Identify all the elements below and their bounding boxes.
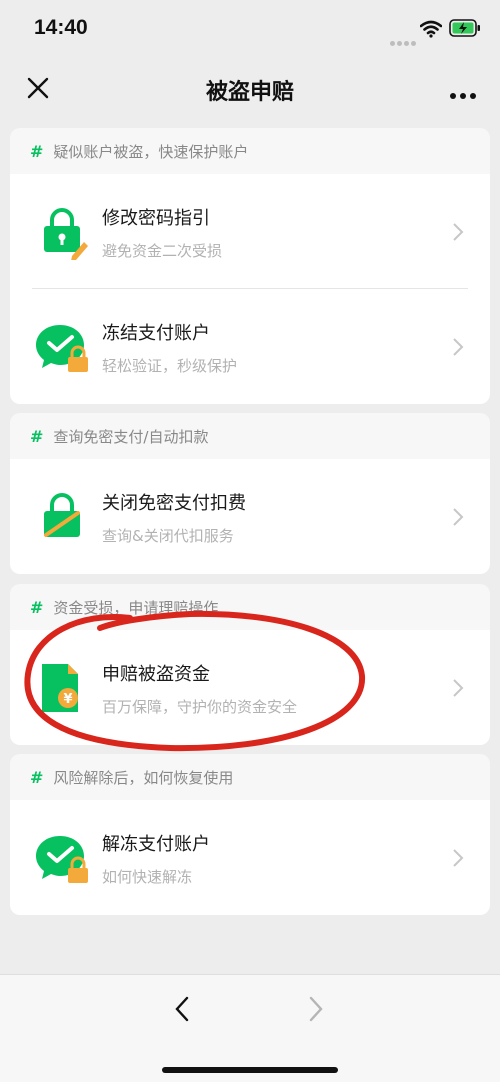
section-header-label: 风险解除后，如何恢复使用 <box>53 768 234 787</box>
list-item-freeze-account[interactable]: 冻结支付账户 轻松验证，秒级保护 <box>10 289 490 404</box>
bottom-toolbar <box>0 974 500 1082</box>
chevron-right-icon <box>453 679 464 697</box>
section-header-claim: # 资金受损，申请理赔操作 <box>10 584 490 630</box>
section-header-recover: # 风险解除后，如何恢复使用 <box>10 754 490 800</box>
wifi-icon <box>420 20 442 38</box>
item-subtitle: 如何快速解冻 <box>102 868 193 886</box>
claim-document-icon: ¥ <box>42 664 78 712</box>
section-header-label: 疑似账户被盗，快速保护账户 <box>53 142 249 161</box>
chevron-right-icon <box>453 338 464 356</box>
card-claim: ¥ 申赔被盗资金 百万保障，守护你的资金安全 <box>10 630 490 745</box>
list-item-unfreeze-account[interactable]: 解冻支付账户 如何快速解冻 <box>10 800 490 915</box>
svg-text:¥: ¥ <box>63 692 72 707</box>
item-title: 修改密码指引 <box>102 208 210 229</box>
item-subtitle: 查询&关闭代扣服务 <box>102 527 234 545</box>
item-title: 解冻支付账户 <box>102 834 210 855</box>
chevron-right-icon <box>453 508 464 526</box>
signal-icon <box>390 31 418 50</box>
list-item-claim-funds[interactable]: ¥ 申赔被盗资金 百万保障，守护你的资金安全 <box>10 630 490 745</box>
chevron-right-icon <box>453 223 464 241</box>
hash-icon: # <box>30 426 44 446</box>
section-header-label: 查询免密支付/自动扣款 <box>53 427 209 446</box>
wechat-pay-lock-icon <box>36 836 88 883</box>
section-header-protect: # 疑似账户被盗，快速保护账户 <box>10 128 490 174</box>
item-subtitle: 轻松验证，秒级保护 <box>102 357 238 375</box>
list-item-close-password-free[interactable]: 关闭免密支付扣费 查询&关闭代扣服务 <box>10 459 490 574</box>
chevron-right-icon <box>453 849 464 867</box>
lock-edit-icon <box>44 208 88 260</box>
hash-icon: # <box>30 597 44 617</box>
page-title: 被盗申赔 <box>205 80 294 105</box>
item-title: 申赔被盗资金 <box>102 664 210 685</box>
card-protect: 修改密码指引 避免资金二次受损 冻结支付账户 轻松验证，秒级保护 <box>10 174 490 404</box>
status-time: 14:40 <box>34 16 88 39</box>
item-title: 关闭免密支付扣费 <box>102 493 246 514</box>
item-title: 冻结支付账户 <box>102 323 210 344</box>
nav-bar: 被盗申赔 <box>0 58 500 118</box>
card-recover: 解冻支付账户 如何快速解冻 <box>10 800 490 915</box>
wechat-pay-lock-icon <box>36 325 88 372</box>
item-subtitle: 避免资金二次受损 <box>102 242 223 260</box>
status-bar: 14:40 <box>0 0 500 58</box>
section-header-password-free: # 查询免密支付/自动扣款 <box>10 413 490 459</box>
home-indicator <box>162 1067 338 1073</box>
section-header-label: 资金受损，申请理赔操作 <box>53 598 219 617</box>
back-arrow-icon[interactable] <box>172 995 192 1023</box>
more-options-icon[interactable] <box>446 84 476 103</box>
battery-icon <box>449 19 480 37</box>
hash-icon: # <box>30 141 44 161</box>
forward-arrow-icon[interactable] <box>306 995 326 1023</box>
lock-slash-icon <box>44 493 80 537</box>
card-password-free: 关闭免密支付扣费 查询&关闭代扣服务 <box>10 459 490 574</box>
list-item-change-password[interactable]: 修改密码指引 避免资金二次受损 <box>10 174 490 289</box>
hash-icon: # <box>30 767 44 787</box>
item-subtitle: 百万保障，守护你的资金安全 <box>102 698 298 716</box>
